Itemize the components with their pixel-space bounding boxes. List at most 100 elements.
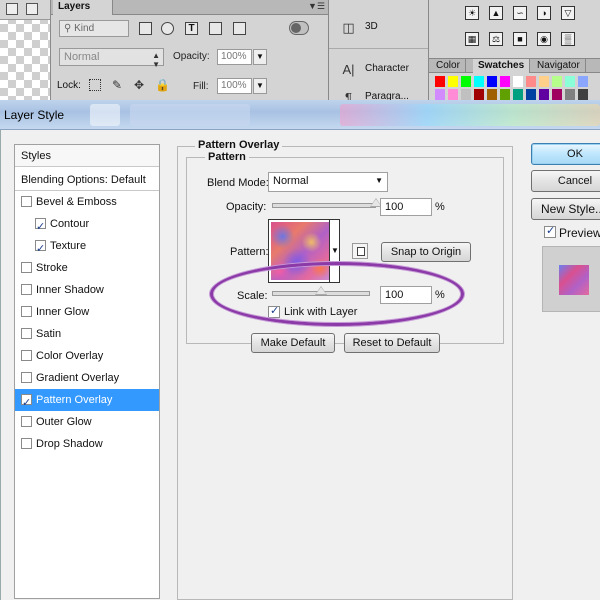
photo-filter-icon[interactable]: ◉ [537,32,551,46]
blend-mode-select[interactable]: Normal ▼ [268,172,388,192]
style-checkbox[interactable] [35,238,46,260]
image-filter-icon[interactable] [139,22,152,35]
color-swatch[interactable] [565,89,575,100]
color-swatch[interactable] [500,76,510,87]
color-swatch[interactable] [500,89,510,100]
lock-icon[interactable]: 🔒 [155,79,170,91]
color-swatch[interactable] [565,76,575,87]
style-checkbox[interactable] [21,328,32,339]
new-style-button[interactable]: New Style... [531,198,600,220]
style-checkbox[interactable] [21,306,32,317]
style-item-inner-shadow[interactable]: Inner Shadow [15,279,159,301]
color-balance-icon[interactable]: ⚖ [489,32,503,46]
style-item-satin[interactable]: Satin [15,323,159,345]
style-item-bevel-emboss[interactable]: Bevel & Emboss [15,191,159,213]
color-swatch[interactable] [474,76,484,87]
color-swatch[interactable] [578,76,588,87]
color-swatch[interactable] [448,89,458,100]
style-checkbox[interactable] [21,350,32,361]
preview-label[interactable]: Preview [559,226,600,240]
hue-saturation-icon[interactable]: ▦ [465,32,479,46]
style-item-pattern-overlay[interactable]: Pattern Overlay [15,389,159,414]
tool-option-icon[interactable] [26,3,38,15]
color-swatch[interactable] [526,89,536,100]
preview-checkbox[interactable] [544,224,556,238]
color-swatch[interactable] [487,89,497,100]
layer-blend-mode-select[interactable]: Normal ▲ ▼ [59,48,164,69]
ok-button[interactable]: OK [531,143,600,165]
color-swatch[interactable] [552,89,562,100]
tab-navigator[interactable]: Navigator [532,59,586,73]
snap-to-origin-button[interactable]: Snap to Origin [381,242,471,262]
layers-tab[interactable]: Layers [53,0,113,15]
style-item-texture[interactable]: Texture [15,235,159,260]
style-checkbox[interactable] [21,416,32,427]
new-preset-icon[interactable] [352,243,368,259]
style-item-drop-shadow[interactable]: Drop Shadow [15,433,159,455]
color-swatch[interactable] [539,76,549,87]
color-swatch[interactable] [526,76,536,87]
tab-swatches[interactable]: Swatches [473,59,531,73]
blending-options-item[interactable]: Blending Options: Default [15,169,159,191]
panel-character[interactable]: A| Character [329,56,429,82]
dialog-titlebar[interactable]: Layer Style [0,100,600,130]
type-filter-icon[interactable]: T [185,22,198,35]
color-swatch[interactable] [461,89,471,100]
curves-icon[interactable]: ∽ [513,6,527,20]
style-checkbox[interactable] [35,216,46,238]
color-swatch[interactable] [461,76,471,87]
color-swatch[interactable] [578,89,588,100]
color-swatch[interactable] [539,89,549,100]
levels-icon[interactable]: ▲ [489,6,503,20]
layer-opacity-input[interactable]: 100% [217,49,252,65]
filter-toggle[interactable] [289,21,309,35]
color-swatch[interactable] [513,76,523,87]
style-checkbox[interactable] [21,392,32,414]
vibrance-icon[interactable]: ▽ [561,6,575,20]
cube-icon: ◫ [342,20,355,35]
style-item-gradient-overlay[interactable]: Gradient Overlay [15,367,159,389]
styles-header[interactable]: Styles [15,145,159,167]
layer-opacity-dropdown[interactable]: ▼ [253,49,267,65]
style-checkbox[interactable] [21,284,32,295]
lock-transparent-icon[interactable] [89,79,101,91]
cancel-button[interactable]: Cancel [531,170,600,192]
black-white-icon[interactable]: ■ [513,32,527,46]
fill-input[interactable]: 100% [217,78,252,94]
opacity-slider[interactable] [272,203,376,208]
color-swatch[interactable] [552,76,562,87]
exposure-icon[interactable]: ◑ [537,6,551,20]
style-item-contour[interactable]: Contour [15,213,159,238]
style-checkbox[interactable] [21,196,32,207]
style-item-color-overlay[interactable]: Color Overlay [15,345,159,367]
tool-option-icon[interactable] [6,3,18,15]
channel-mixer-icon[interactable]: ▒ [561,32,575,46]
color-swatch[interactable] [435,89,445,100]
brightness-icon[interactable]: ☀ [465,6,479,20]
color-swatch[interactable] [448,76,458,87]
move-icon[interactable]: ✥ [133,79,145,91]
adjustment-filter-icon[interactable] [161,22,174,35]
make-default-button[interactable]: Make Default [251,333,335,353]
style-checkbox[interactable] [21,262,32,273]
style-item-outer-glow[interactable]: Outer Glow [15,411,159,433]
reset-to-default-button[interactable]: Reset to Default [344,333,440,353]
fill-dropdown[interactable]: ▼ [253,78,267,94]
style-item-inner-glow[interactable]: Inner Glow [15,301,159,323]
style-checkbox[interactable] [21,438,32,449]
color-swatch[interactable] [513,89,523,100]
brush-icon[interactable]: ✎ [111,79,123,91]
panel-3d[interactable]: ◫ 3D [329,14,429,40]
kind-filter-select[interactable]: ⚲ Kind [59,20,129,37]
style-item-stroke[interactable]: Stroke [15,257,159,279]
smart-object-filter-icon[interactable] [233,22,246,35]
style-checkbox[interactable] [21,372,32,383]
chevron-down-icon[interactable]: ▼ [331,246,339,255]
tab-color[interactable]: Color [431,59,466,73]
opacity-input[interactable]: 100 [380,198,432,216]
panel-menu-icon[interactable]: ▼☰ [308,1,325,12]
shape-filter-icon[interactable] [209,22,222,35]
color-swatch[interactable] [435,76,445,87]
color-swatch[interactable] [474,89,484,100]
color-swatch[interactable] [487,76,497,87]
